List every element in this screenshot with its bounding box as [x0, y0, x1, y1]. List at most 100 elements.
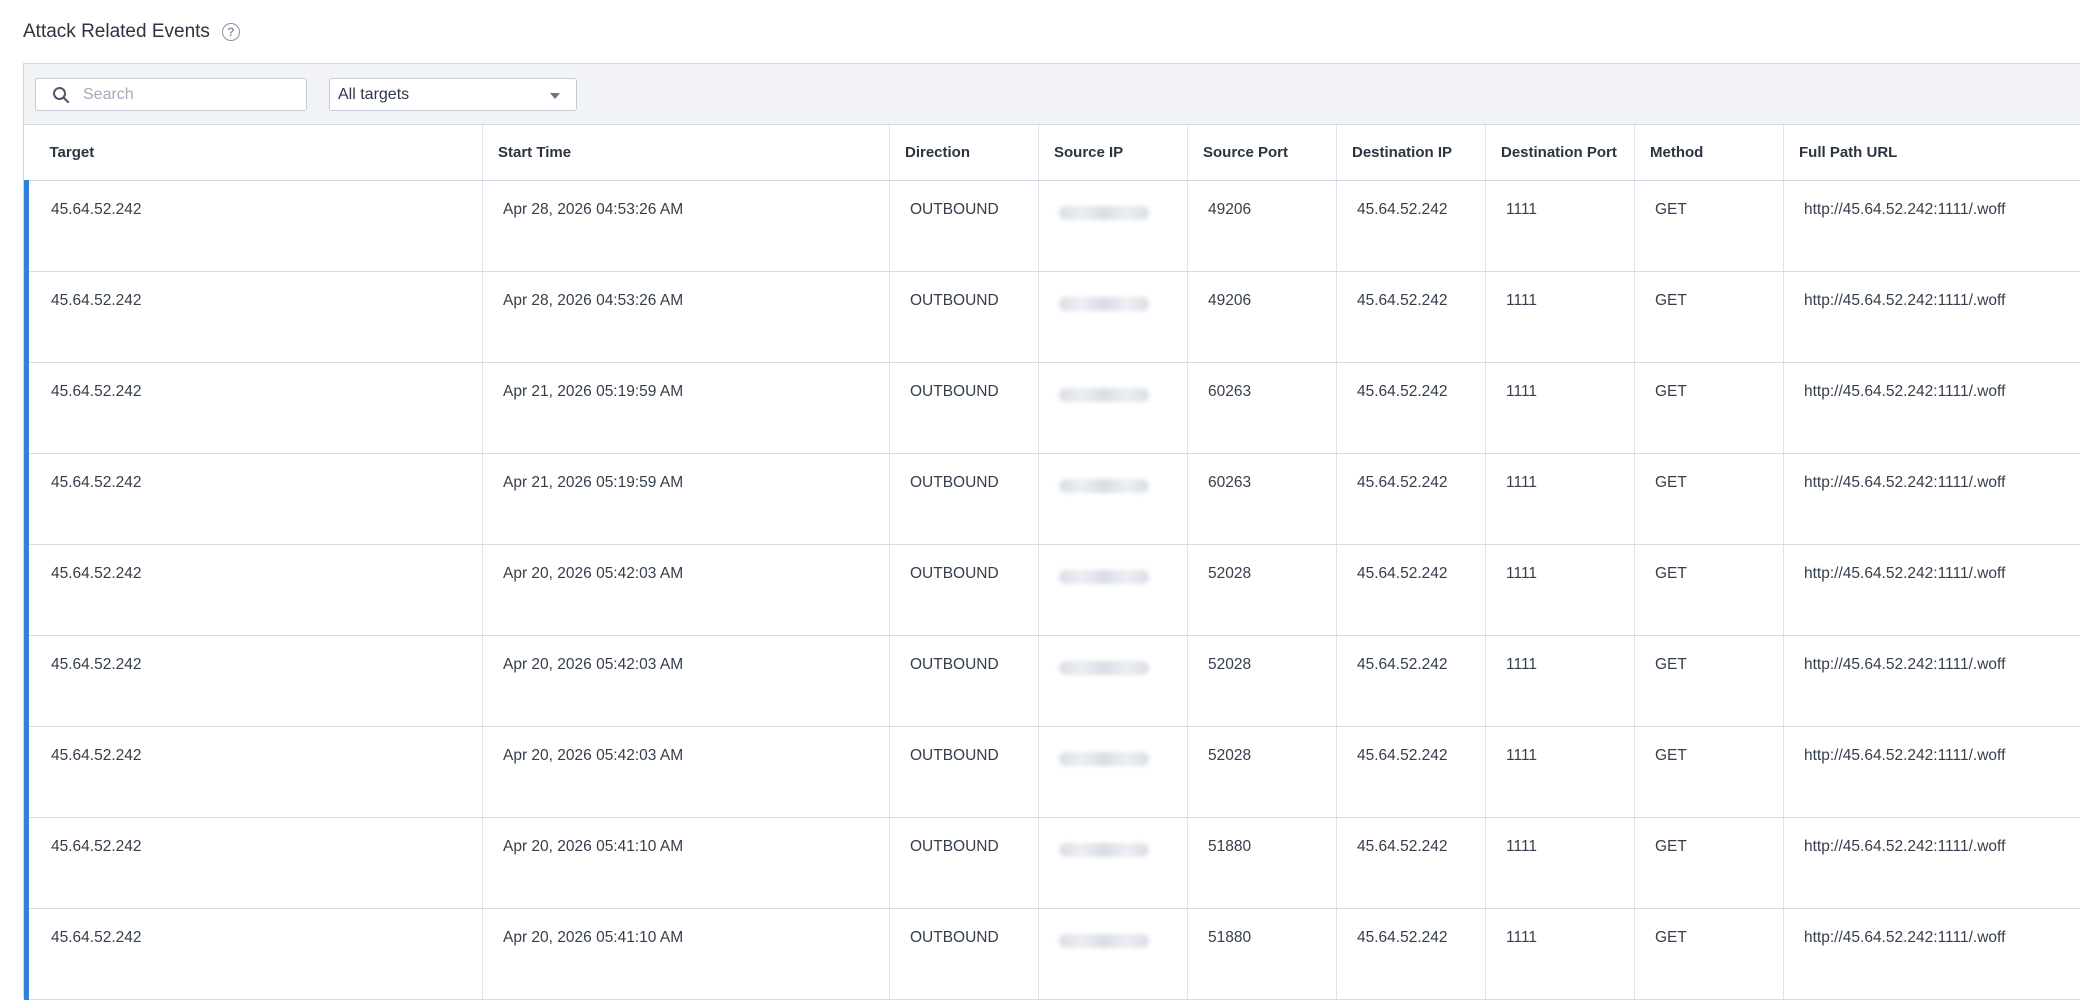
table-cell: GET: [1635, 362, 1784, 453]
table-cell: Apr 28, 2026 04:53:26 AM: [483, 180, 890, 271]
table-cell: 45.64.52.242: [1337, 180, 1486, 271]
table-row[interactable]: 45.64.52.242Apr 20, 2026 05:42:03 AMOUTB…: [27, 726, 2080, 817]
table-row[interactable]: 45.64.52.242 Apr 28, 2026 04:53:26 AMOUTB…: [27, 180, 2080, 271]
redacted-source-ip: [1059, 297, 1149, 311]
table-cell: 45.64.52.242: [1337, 817, 1486, 908]
table-row[interactable]: 45.64.52.242Apr 21, 2026 05:19:59 AMOUTB…: [27, 362, 2080, 453]
table-cell: [1039, 726, 1188, 817]
table-row[interactable]: 45.64.52.242Apr 20, 2026 05:42:03 AMOUTB…: [27, 544, 2080, 635]
table-cell: 45.64.52.242: [27, 635, 483, 726]
table-cell: 45.64.52.242: [1337, 908, 1486, 999]
table-cell: http://45.64.52.242:1111/.woff: [1784, 362, 2080, 453]
table-cell: OUTBOUND: [890, 180, 1039, 271]
search-box[interactable]: [35, 78, 307, 111]
table-row[interactable]: 45.64.52.242Apr 21, 2026 05:19:59 AMOUTB…: [27, 453, 2080, 544]
table-cell: Apr 20, 2026 05:41:10 AM: [483, 908, 890, 999]
chevron-down-icon: [550, 93, 560, 99]
table-cell: 1111: [1486, 180, 1635, 271]
table-cell: Apr 21, 2026 05:19:59 AM: [483, 453, 890, 544]
column-header[interactable]: Source Port: [1188, 125, 1337, 180]
redacted-source-ip: [1059, 843, 1149, 857]
table-cell: 45.64.52.242: [27, 817, 483, 908]
table-cell: http://45.64.52.242:1111/.woff: [1784, 908, 2080, 999]
table-cell: http://45.64.52.242:1111/.woff: [1784, 726, 2080, 817]
table-cell: OUTBOUND: [890, 635, 1039, 726]
section-header: Attack Related Events ?: [23, 18, 240, 46]
table-cell: OUTBOUND: [890, 362, 1039, 453]
table-cell: GET: [1635, 544, 1784, 635]
table-cell: 45.64.52.242: [27, 726, 483, 817]
column-header[interactable]: Source IP: [1039, 125, 1188, 180]
table-cell: Apr 28, 2026 04:53:26 AM: [483, 271, 890, 362]
table-cell: 1111: [1486, 635, 1635, 726]
column-header[interactable]: Destination Port: [1486, 125, 1635, 180]
events-panel: All targets TargetStart TimeDirectionSou…: [23, 63, 2080, 999]
table-cell: [1039, 908, 1188, 999]
table-cell: OUTBOUND: [890, 271, 1039, 362]
table-cell: [1039, 817, 1188, 908]
search-input[interactable]: [81, 85, 295, 105]
table-cell: OUTBOUND: [890, 453, 1039, 544]
column-header[interactable]: Start Time: [483, 125, 890, 180]
table-cell: GET: [1635, 271, 1784, 362]
column-header[interactable]: Direction: [890, 125, 1039, 180]
table-cell: 52028: [1188, 635, 1337, 726]
table-cell: 1111: [1486, 908, 1635, 999]
table-cell: 1111: [1486, 271, 1635, 362]
table-cell: 45.64.52.242: [1337, 453, 1486, 544]
table-cell: http://45.64.52.242:1111/.woff: [1784, 180, 2080, 271]
help-icon[interactable]: ?: [222, 23, 240, 41]
table-cell: OUTBOUND: [890, 908, 1039, 999]
table-cell: 49206: [1188, 180, 1337, 271]
toolbar: All targets: [24, 64, 2080, 125]
column-header[interactable]: Full Path URL: [1784, 125, 2080, 180]
table-cell: http://45.64.52.242:1111/.woff: [1784, 271, 2080, 362]
table-cell: Apr 20, 2026 05:42:03 AM: [483, 635, 890, 726]
table-cell: Apr 20, 2026 05:42:03 AM: [483, 544, 890, 635]
table-cell: 45.64.52.242: [27, 362, 483, 453]
events-table: TargetStart TimeDirectionSource IPSource…: [24, 125, 2080, 1000]
table-cell: Apr 20, 2026 05:41:10 AM: [483, 817, 890, 908]
search-icon: [52, 86, 70, 104]
table-cell: 45.64.52.242: [1337, 362, 1486, 453]
table-cell: 45.64.52.242: [27, 271, 483, 362]
target-filter-select[interactable]: All targets: [329, 78, 577, 111]
table-cell: 45.64.52.242: [27, 453, 483, 544]
table-cell: 51880: [1188, 817, 1337, 908]
table-cell: OUTBOUND: [890, 726, 1039, 817]
table-cell: 1111: [1486, 817, 1635, 908]
table-row[interactable]: 45.64.52.242Apr 20, 2026 05:42:03 AMOUTB…: [27, 635, 2080, 726]
table-cell: 45.64.52.242: [1337, 635, 1486, 726]
table-cell: GET: [1635, 817, 1784, 908]
table-cell: http://45.64.52.242:1111/.woff: [1784, 544, 2080, 635]
table-cell: [1039, 453, 1188, 544]
redacted-source-ip: [1059, 752, 1149, 766]
table-row[interactable]: 45.64.52.242 Apr 20, 2026 05:41:10 AMOUTB…: [27, 908, 2080, 999]
redacted-source-ip: [1059, 388, 1149, 402]
table-cell: [1039, 544, 1188, 635]
table-cell: 1111: [1486, 453, 1635, 544]
table-cell: OUTBOUND: [890, 817, 1039, 908]
table-row[interactable]: 45.64.52.242Apr 28, 2026 04:53:26 AMOUTB…: [27, 271, 2080, 362]
table-cell: [1039, 635, 1188, 726]
column-header[interactable]: Destination IP: [1337, 125, 1486, 180]
table-cell: 60263: [1188, 362, 1337, 453]
table-cell: http://45.64.52.242:1111/.woff: [1784, 635, 2080, 726]
redacted-source-ip: [1059, 661, 1149, 675]
redacted-source-ip: [1059, 570, 1149, 584]
table-cell: [1039, 271, 1188, 362]
table-cell: 45.64.52.242: [27, 544, 483, 635]
table-body: 45.64.52.242Apr 28, 2026 04:53:26 AMOUTB…: [27, 180, 2080, 999]
table-cell: Apr 21, 2026 05:19:59 AM: [483, 362, 890, 453]
table-cell: OUTBOUND: [890, 544, 1039, 635]
table-cell: 60263: [1188, 453, 1337, 544]
column-header[interactable]: Target: [27, 125, 483, 180]
table-row[interactable]: 45.64.52.242Apr 20, 2026 05:41:10 AMOUTB…: [27, 817, 2080, 908]
table-cell: 45.64.52.242: [1337, 726, 1486, 817]
table-cell: Apr 20, 2026 05:42:03 AM: [483, 726, 890, 817]
redacted-source-ip: [1059, 934, 1149, 948]
table-cell: GET: [1635, 726, 1784, 817]
column-header[interactable]: Method: [1635, 125, 1784, 180]
table-cell: 45.64.52.242: [1337, 271, 1486, 362]
table-cell: GET: [1635, 180, 1784, 271]
